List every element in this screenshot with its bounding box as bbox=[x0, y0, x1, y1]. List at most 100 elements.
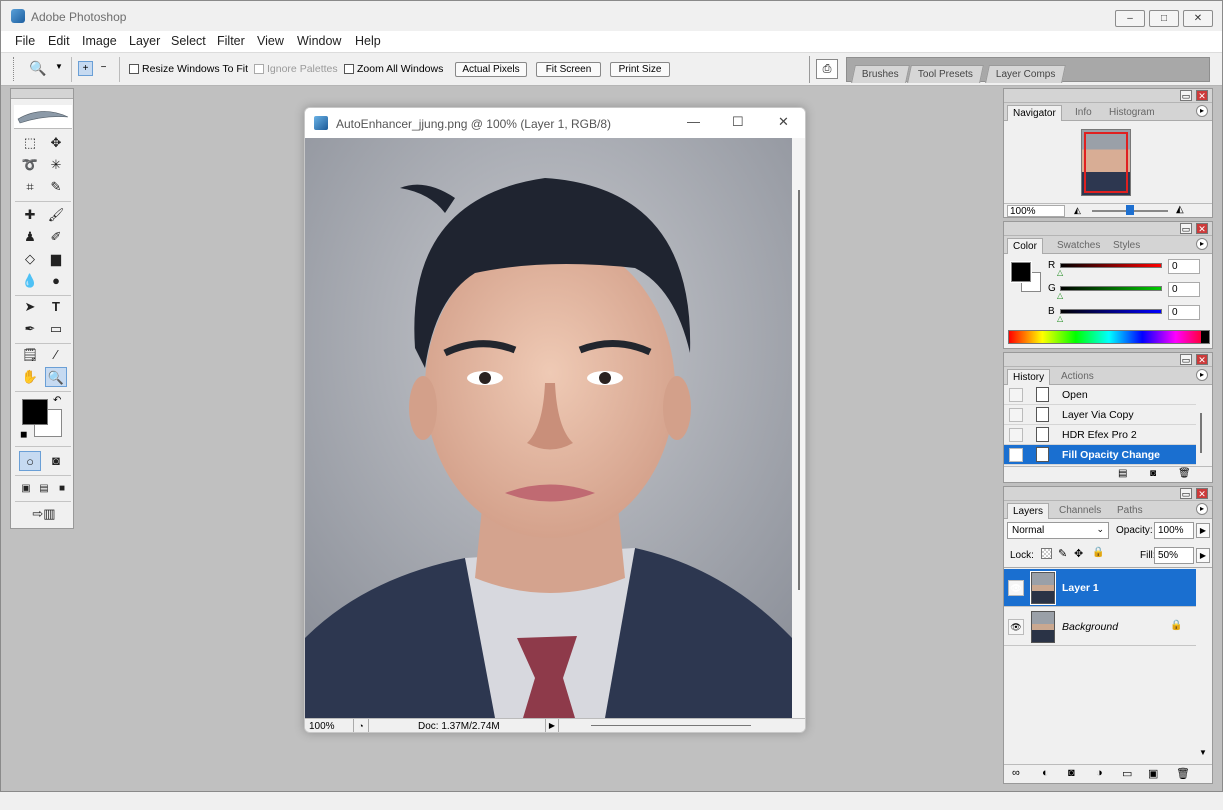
jump-to-imageready-icon[interactable]: ⇨▥ bbox=[25, 504, 63, 524]
channel-r-thumb-icon[interactable]: △ bbox=[1057, 268, 1063, 277]
panel-close-button[interactable]: ✕ bbox=[1196, 90, 1208, 101]
panel-header[interactable]: ▭ ✕ bbox=[1004, 353, 1212, 367]
status-preview-icon[interactable]: ◔ bbox=[353, 719, 369, 732]
channel-b-value[interactable]: 0 bbox=[1168, 305, 1200, 320]
fit-screen-button[interactable]: Fit Screen bbox=[536, 62, 601, 77]
healing-brush-tool-icon[interactable]: ✚ bbox=[19, 205, 41, 225]
blend-mode-select[interactable]: Normal ⌄ bbox=[1007, 522, 1109, 539]
panel-minimize-button[interactable]: ▭ bbox=[1180, 90, 1192, 101]
ignore-palettes-checkbox[interactable]: Ignore Palettes bbox=[254, 63, 338, 75]
file-browser-icon[interactable]: ⎙ bbox=[816, 59, 838, 79]
lock-image-icon[interactable]: ✎ bbox=[1058, 547, 1067, 560]
photoshop-feather-icon[interactable] bbox=[14, 105, 72, 129]
lock-position-icon[interactable]: ✥ bbox=[1074, 547, 1083, 560]
navigator-thumbnail[interactable] bbox=[1081, 129, 1131, 196]
crop-tool-icon[interactable]: ⌗ bbox=[19, 177, 41, 197]
quick-mask-mode-icon[interactable]: ◙ bbox=[45, 451, 67, 471]
brush-tool-icon[interactable]: 🖌 bbox=[45, 205, 67, 225]
channel-r-slider[interactable] bbox=[1060, 263, 1162, 268]
standard-screen-mode-icon[interactable]: ▣ bbox=[17, 479, 35, 499]
blur-tool-icon[interactable]: 💧 bbox=[19, 271, 41, 291]
default-colors-icon[interactable]: ◼ bbox=[20, 429, 27, 440]
zoom-all-windows-checkbox[interactable]: Zoom All Windows bbox=[344, 63, 443, 75]
well-tab-brushes[interactable]: Brushes bbox=[851, 65, 910, 83]
slice-tool-icon[interactable]: ✎ bbox=[45, 177, 67, 197]
history-brush-tool-icon[interactable]: ✐ bbox=[45, 227, 67, 247]
layer-style-icon[interactable]: ◐ bbox=[1042, 767, 1049, 779]
full-screen-mode-icon[interactable]: ■ bbox=[53, 479, 71, 499]
panel-header[interactable]: ▭ ✕ bbox=[1004, 222, 1212, 236]
dodge-tool-icon[interactable]: ● bbox=[45, 271, 67, 291]
close-button[interactable]: ✕ bbox=[1183, 10, 1213, 27]
doc-close-button[interactable]: ✕ bbox=[778, 114, 789, 130]
tab-layers[interactable]: Layers bbox=[1007, 503, 1050, 519]
channel-b-slider[interactable] bbox=[1060, 309, 1162, 314]
actual-pixels-button[interactable]: Actual Pixels bbox=[455, 62, 527, 77]
panel-header[interactable]: ▭ ✕ bbox=[1004, 89, 1212, 103]
tab-swatches[interactable]: Swatches bbox=[1052, 238, 1105, 254]
zoom-tool-preset-icon[interactable]: 🔍 bbox=[29, 60, 46, 77]
document-horizontal-scrollbar[interactable] bbox=[591, 725, 751, 726]
channel-g-thumb-icon[interactable]: △ bbox=[1057, 291, 1063, 300]
maximize-button[interactable]: □ bbox=[1149, 10, 1179, 27]
visibility-eye-icon[interactable]: 👁 bbox=[1008, 580, 1024, 596]
opacity-field[interactable]: 100% bbox=[1154, 522, 1194, 539]
magic-wand-tool-icon[interactable]: ✳ bbox=[45, 155, 67, 175]
history-state[interactable]: Layer Via Copy bbox=[1004, 405, 1196, 425]
tab-navigator[interactable]: Navigator bbox=[1007, 105, 1062, 121]
zoom-out-icon[interactable]: − bbox=[96, 61, 111, 76]
new-snapshot-icon[interactable]: ◙ bbox=[1150, 468, 1156, 479]
eyedropper-tool-icon[interactable]: ⁄ bbox=[45, 345, 67, 365]
menu-file[interactable]: File bbox=[15, 34, 35, 48]
zoom-in-icon[interactable]: + bbox=[78, 61, 93, 76]
panel-menu-icon[interactable]: ▸ bbox=[1196, 503, 1208, 515]
standard-mode-icon[interactable]: ○ bbox=[19, 451, 41, 471]
options-grip[interactable] bbox=[13, 57, 15, 81]
menu-view[interactable]: View bbox=[257, 34, 284, 48]
menu-select[interactable]: Select bbox=[171, 34, 206, 48]
adjustment-layer-icon[interactable]: ◑ bbox=[1096, 767, 1103, 779]
doc-minimize-button[interactable]: — bbox=[687, 114, 700, 129]
hand-tool-icon[interactable]: ✋ bbox=[19, 367, 41, 387]
zoom-tool-icon[interactable]: 🔍 bbox=[45, 367, 67, 387]
move-tool-icon[interactable]: ✥ bbox=[45, 133, 67, 153]
status-menu-arrow-icon[interactable]: ▶ bbox=[545, 719, 559, 732]
tab-channels[interactable]: Channels bbox=[1054, 503, 1106, 519]
color-spectrum-ramp[interactable] bbox=[1008, 330, 1210, 344]
document-title-bar[interactable]: AutoEnhancer_jjung.png @ 100% (Layer 1, … bbox=[305, 108, 805, 138]
document-vertical-scrollbar[interactable] bbox=[792, 138, 805, 718]
menu-help[interactable]: Help bbox=[355, 34, 381, 48]
layer-mask-icon[interactable]: ◙ bbox=[1068, 767, 1075, 779]
panel-close-button[interactable]: ✕ bbox=[1196, 354, 1208, 365]
menu-edit[interactable]: Edit bbox=[48, 34, 70, 48]
gradient-tool-icon[interactable]: ▆ bbox=[45, 249, 67, 269]
tab-history[interactable]: History bbox=[1007, 369, 1051, 385]
type-tool-icon[interactable]: T bbox=[45, 297, 67, 317]
pen-tool-icon[interactable]: ✒ bbox=[19, 319, 41, 339]
new-layer-icon[interactable]: ▣ bbox=[1148, 767, 1158, 780]
history-state[interactable]: HDR Efex Pro 2 bbox=[1004, 425, 1196, 445]
lasso-tool-icon[interactable]: ➰ bbox=[19, 155, 41, 175]
minimize-button[interactable]: – bbox=[1115, 10, 1145, 27]
opacity-arrow-icon[interactable]: ▶ bbox=[1196, 523, 1210, 538]
lock-all-icon[interactable]: 🔒 bbox=[1092, 547, 1104, 558]
rectangle-tool-icon[interactable]: ▭ bbox=[45, 319, 67, 339]
new-group-icon[interactable]: ▭ bbox=[1122, 767, 1132, 780]
menu-filter[interactable]: Filter bbox=[217, 34, 245, 48]
new-document-from-state-icon[interactable]: ▤ bbox=[1118, 468, 1127, 479]
layer-row-selected[interactable]: 👁 Layer 1 bbox=[1004, 569, 1196, 607]
tab-histogram[interactable]: Histogram bbox=[1104, 105, 1160, 121]
lock-transparency-icon[interactable] bbox=[1041, 548, 1052, 559]
history-state-selected[interactable]: Fill Opacity Change bbox=[1004, 445, 1196, 465]
visibility-eye-icon[interactable]: 👁 bbox=[1008, 619, 1024, 635]
fill-arrow-icon[interactable]: ▶ bbox=[1196, 548, 1210, 563]
panel-menu-icon[interactable]: ▸ bbox=[1196, 105, 1208, 117]
tab-styles[interactable]: Styles bbox=[1108, 238, 1145, 254]
resize-windows-checkbox[interactable]: Resize Windows To Fit bbox=[129, 63, 248, 75]
layers-scrollbar[interactable]: ▼ bbox=[1198, 569, 1210, 759]
spectrum-black-swatch[interactable] bbox=[1201, 331, 1209, 343]
navigator-view-box[interactable] bbox=[1084, 132, 1128, 193]
menu-window[interactable]: Window bbox=[297, 34, 341, 48]
panel-close-button[interactable]: ✕ bbox=[1196, 223, 1208, 234]
zoom-out-small-icon[interactable]: ◭ bbox=[1074, 205, 1081, 216]
